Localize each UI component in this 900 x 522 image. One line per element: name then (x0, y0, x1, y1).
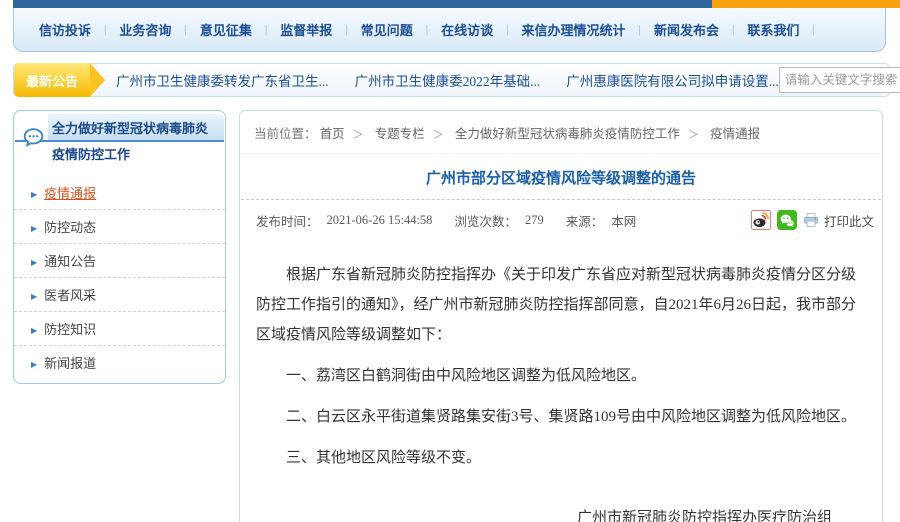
article-panel: 当前位置： 首页 ＞ 专题专栏 ＞ 全力做好新型冠状病毒肺炎疫情防控工作 ＞ 疫情通报… (239, 110, 883, 522)
nav-item-press-conference[interactable]: 新闻发布会 (641, 20, 732, 39)
sidebar-menu: ▶ 疫情通报 ▶ 防控动态 ▶ 通知公告 ▶ 医者风采 ▶ 防控知识 ▶ 新闻报道 (14, 176, 225, 383)
views-label: 浏览次数： (454, 211, 517, 230)
top-nav: 信访投诉| 业务咨询| 意见征集| 监督举报| 常见问题| 在线访谈| 来信办理… (13, 8, 886, 52)
search-input[interactable] (779, 67, 900, 93)
content-area: 全力做好新型冠状病毒肺炎疫情防控工作 ▶ 疫情通报 ▶ 防控动态 ▶ 通知公告 ▶ 医者… (13, 110, 900, 522)
sidebar-item-epidemic-report[interactable]: ▶ 疫情通报 (14, 176, 225, 209)
sidebar-item-control-news[interactable]: ▶ 防控动态 (14, 209, 225, 243)
nav-item-business-consult[interactable]: 业务咨询 (106, 20, 184, 39)
breadcrumb-separator: ＞ (433, 129, 444, 141)
article-body: 根据广东省新冠肺炎防控指挥办《关于印发广东省应对新型冠状病毒肺炎疫情分区分级防控… (240, 239, 882, 522)
article-signature: 广州市新冠肺炎防控指挥办医疗防治组 (256, 503, 832, 522)
weibo-share-icon[interactable] (751, 210, 771, 230)
publish-time-value: 2021-06-26 15:44:58 (327, 213, 433, 228)
sidebar-item-label[interactable]: 疫情通报 (44, 186, 96, 201)
breadcrumb-epidemic-report[interactable]: 疫情通报 (710, 127, 760, 141)
nav-item-contact-us[interactable]: 联系我们 (734, 20, 812, 39)
breadcrumb-special-topics[interactable]: 专题专栏 (375, 127, 425, 141)
page: 信访投诉| 业务咨询| 意见征集| 监督举报| 常见问题| 在线访谈| 来信办理… (0, 0, 900, 522)
announcement-link-1[interactable]: 广州市卫生健康委转发广东省卫生... (116, 70, 329, 90)
print-icon[interactable] (803, 212, 819, 228)
nav-item-faq[interactable]: 常见问题 (348, 20, 426, 39)
article-list-item-3: 三、其他地区风险等级不变。 (256, 443, 866, 473)
sidebar-item-label[interactable]: 防控知识 (44, 322, 96, 337)
sidebar-title: 全力做好新型冠状病毒肺炎疫情防控工作 (52, 116, 217, 168)
views-value: 279 (525, 213, 544, 228)
arrow-right-icon: ▶ (31, 190, 37, 199)
search-box: 智能搜索 (779, 67, 900, 93)
announcement-link-3[interactable]: 广州惠康医院有限公司拟申请设置... (566, 70, 779, 90)
latest-announcement-badge: 最新公告 (14, 63, 90, 97)
sidebar: 全力做好新型冠状病毒肺炎疫情防控工作 ▶ 疫情通报 ▶ 防控动态 ▶ 通知公告 ▶ 医者… (13, 110, 226, 384)
announcement-bar: 最新公告 广州市卫生健康委转发广东省卫生... 广州市卫生健康委2022年基础.… (13, 63, 890, 97)
article-title: 广州市部分区域疫情风险等级调整的通告 (240, 154, 882, 199)
nav-separator: | (812, 22, 814, 37)
publish-time-label: 发布时间： (256, 211, 319, 230)
print-this-page-link[interactable]: 打印此文 (824, 211, 874, 230)
article-list-item-1: 一、荔湾区白鹤洞街由中风险地区调整为低风险地区。 (256, 361, 866, 391)
article-list-item-2: 二、白云区永平街道集贤路集安街3号、集贤路109号由中风险地区调整为低风险地区。 (256, 402, 866, 432)
top-color-strip (13, 0, 900, 8)
source-label: 来源： (566, 211, 604, 230)
arrow-right-icon: ▶ (31, 292, 37, 301)
breadcrumb-home[interactable]: 首页 (320, 127, 345, 141)
arrow-right-icon: ▶ (31, 360, 37, 369)
breadcrumb: 当前位置： 首页 ＞ 专题专栏 ＞ 全力做好新型冠状病毒肺炎疫情防控工作 ＞ 疫情通报 (240, 111, 882, 154)
article-meta: 发布时间： 2021-06-26 15:44:58 浏览次数： 279 来源： … (240, 200, 882, 239)
wechat-share-icon[interactable] (777, 210, 797, 230)
sidebar-item-label[interactable]: 防控动态 (44, 220, 96, 235)
sidebar-item-label[interactable]: 通知公告 (44, 254, 96, 269)
speech-bubble-icon (22, 126, 45, 154)
sidebar-item-notices[interactable]: ▶ 通知公告 (14, 243, 225, 277)
strip-blue-segment (13, 0, 712, 8)
nav-item-online-interview[interactable]: 在线访谈 (428, 20, 506, 39)
sidebar-item-news-report[interactable]: ▶ 新闻报道 (14, 345, 225, 379)
source-value: 本网 (611, 211, 636, 230)
arrow-right-icon: ▶ (31, 326, 37, 335)
arrow-right-icon: ▶ (31, 258, 37, 267)
nav-item-letter-stats[interactable]: 来信办理情况统计 (509, 20, 639, 39)
sidebar-item-prevention-knowledge[interactable]: ▶ 防控知识 (14, 311, 225, 345)
breadcrumb-label: 当前位置： (254, 127, 317, 141)
nav-item-opinion-collect[interactable]: 意见征集 (187, 20, 265, 39)
strip-orange-segment (712, 0, 900, 8)
badge-label: 最新公告 (26, 71, 78, 90)
breadcrumb-covid-topic[interactable]: 全力做好新型冠状病毒肺炎疫情防控工作 (455, 127, 680, 141)
breadcrumb-separator: ＞ (353, 129, 364, 141)
share-tools: 打印此文 (745, 210, 874, 230)
sidebar-header: 全力做好新型冠状病毒肺炎疫情防控工作 (14, 111, 225, 174)
arrow-right-icon: ▶ (31, 224, 37, 233)
article-paragraph: 根据广东省新冠肺炎防控指挥办《关于印发广东省应对新型冠状病毒肺炎疫情分区分级防控… (256, 260, 866, 350)
announcement-link-2[interactable]: 广州市卫生健康委2022年基础... (355, 70, 541, 90)
breadcrumb-separator: ＞ (688, 129, 699, 141)
sidebar-item-doctor-style[interactable]: ▶ 医者风采 (14, 277, 225, 311)
nav-item-supervision-report[interactable]: 监督举报 (267, 20, 345, 39)
nav-item-petition[interactable]: 信访投诉 (26, 20, 104, 39)
sidebar-item-label[interactable]: 医者风采 (44, 288, 96, 303)
sidebar-item-label[interactable]: 新闻报道 (44, 356, 96, 371)
